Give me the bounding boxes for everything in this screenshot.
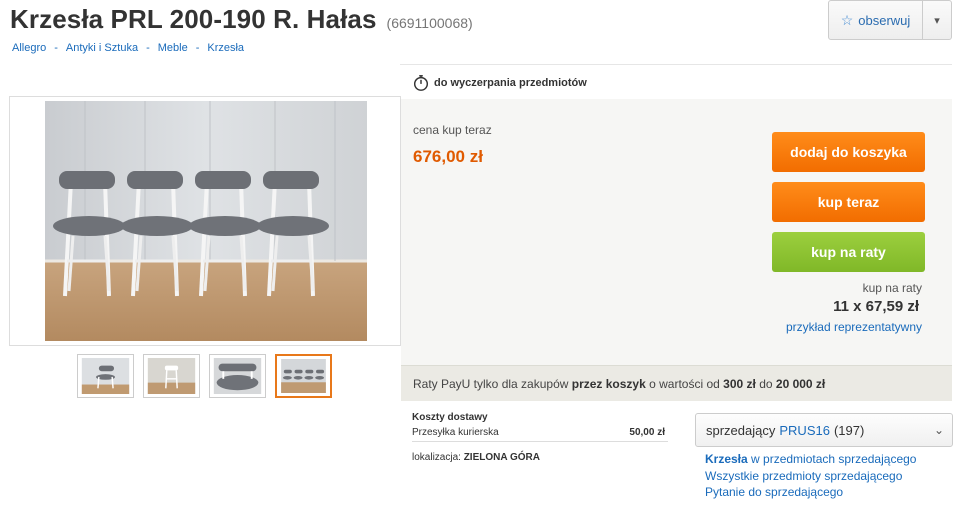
- seller-rating: (197): [833, 422, 865, 438]
- thumbnail-image: [213, 358, 262, 394]
- observe-button-group: ☆ obserwuj ▾: [828, 0, 952, 40]
- thumbnail-2[interactable]: [143, 354, 200, 398]
- shipping-title: Koszty dostawy: [412, 412, 488, 423]
- timer-row: do wyczerpania przedmiotów: [412, 74, 587, 92]
- thumbnail-image: [81, 358, 130, 394]
- add-to-cart-button[interactable]: dodaj do koszyka: [772, 132, 925, 172]
- representative-example-link[interactable]: przykład reprezentatywny: [786, 320, 922, 334]
- seller-links: Krzesła w przedmiotach sprzedającego Wsz…: [705, 451, 916, 501]
- breadcrumb-separator: -: [195, 42, 200, 54]
- chevron-down-icon: ▾: [934, 14, 940, 27]
- payu-text-1: Raty PayU tylko dla zakupów: [413, 376, 572, 391]
- seller-label: sprzedający: [706, 422, 776, 438]
- payu-bold-1: przez koszyk: [571, 376, 646, 391]
- breadcrumb-item-krzesla[interactable]: Krzesła: [207, 42, 244, 54]
- buy-box: cena kup teraz 676,00 zł dodaj do koszyk…: [401, 99, 952, 365]
- location-row: lokalizacja: ZIELONA GÓRA: [412, 452, 668, 463]
- ask-seller-link[interactable]: Pytanie do sprzedającego: [705, 484, 916, 501]
- thumbnail-1[interactable]: [77, 354, 134, 398]
- seller-category-link[interactable]: Krzesła w przedmiotach sprzedającego: [705, 451, 916, 468]
- observe-dropdown-button[interactable]: ▾: [923, 1, 951, 39]
- price-value: 676,00 zł: [413, 147, 483, 166]
- buy-installments-button[interactable]: kup na raty: [772, 232, 925, 272]
- seller-dropdown[interactable]: sprzedający PRUS16 (197) ⌄: [695, 413, 953, 447]
- breadcrumb-item-meble[interactable]: Meble: [158, 42, 188, 54]
- breadcrumb-item-antyki[interactable]: Antyki i Sztuka: [66, 42, 138, 54]
- thumbnail-image: [281, 359, 326, 393]
- price-label: cena kup teraz: [413, 123, 492, 137]
- installments-value: 11 x 67,59 zł: [833, 298, 919, 315]
- observe-label: obserwuj: [858, 12, 911, 28]
- observe-button[interactable]: ☆ obserwuj: [829, 1, 923, 39]
- payu-text-3: do: [755, 376, 776, 391]
- installments-label: kup na raty: [862, 281, 922, 295]
- divider: [400, 64, 952, 65]
- payu-text-2: o wartości od: [645, 376, 724, 391]
- chevron-down-icon: ⌄: [933, 423, 944, 437]
- buy-now-button[interactable]: kup teraz: [772, 182, 925, 222]
- seller-all-items-link[interactable]: Wszystkie przedmioty sprzedającego: [705, 468, 916, 485]
- shipping-cost: 50,00 zł: [629, 427, 665, 438]
- item-id: (6691100068): [386, 15, 473, 31]
- main-photo[interactable]: [45, 101, 367, 341]
- breadcrumb-separator: -: [146, 42, 150, 54]
- location-value: ZIELONA GÓRA: [463, 452, 540, 463]
- breadcrumb: Allegro - Antyki i Sztuka - Meble - Krze…: [12, 42, 244, 54]
- seller-nick[interactable]: PRUS16: [779, 423, 830, 438]
- payu-info-bar: Raty PayU tylko dla zakupów przez koszyk…: [401, 365, 952, 401]
- thumbnail-4-selected[interactable]: [275, 354, 332, 398]
- stopwatch-icon: [413, 75, 429, 91]
- shipping-method: Przesyłka kurierska: [412, 427, 499, 438]
- title-row: Krzesła PRL 200-190 R. Hałas (6691100068…: [10, 4, 473, 38]
- breadcrumb-separator: -: [54, 42, 58, 54]
- payu-bold-2: 300 zł: [723, 376, 756, 391]
- payu-bold-3: 20 000 zł: [775, 376, 826, 391]
- star-icon: ☆: [840, 11, 854, 28]
- seller-category-bold: Krzesła: [705, 452, 748, 466]
- shipping-section: Koszty dostawy Przesyłka kurierska 50,00…: [412, 412, 668, 463]
- thumbnail-strip: [77, 354, 332, 398]
- chairs-photo: [45, 101, 367, 341]
- breadcrumb-item-allegro[interactable]: Allegro: [12, 42, 46, 54]
- timer-text: do wyczerpania przedmiotów: [434, 77, 587, 89]
- page-title: Krzesła PRL 200-190 R. Hałas: [10, 4, 377, 34]
- main-photo-frame[interactable]: [9, 96, 401, 346]
- location-label: lokalizacja:: [412, 452, 461, 463]
- thumbnail-image: [147, 358, 196, 394]
- seller-category-rest: w przedmiotach sprzedającego: [747, 452, 917, 466]
- thumbnail-3[interactable]: [209, 354, 266, 398]
- shipping-row: Przesyłka kurierska 50,00 zł: [412, 427, 668, 442]
